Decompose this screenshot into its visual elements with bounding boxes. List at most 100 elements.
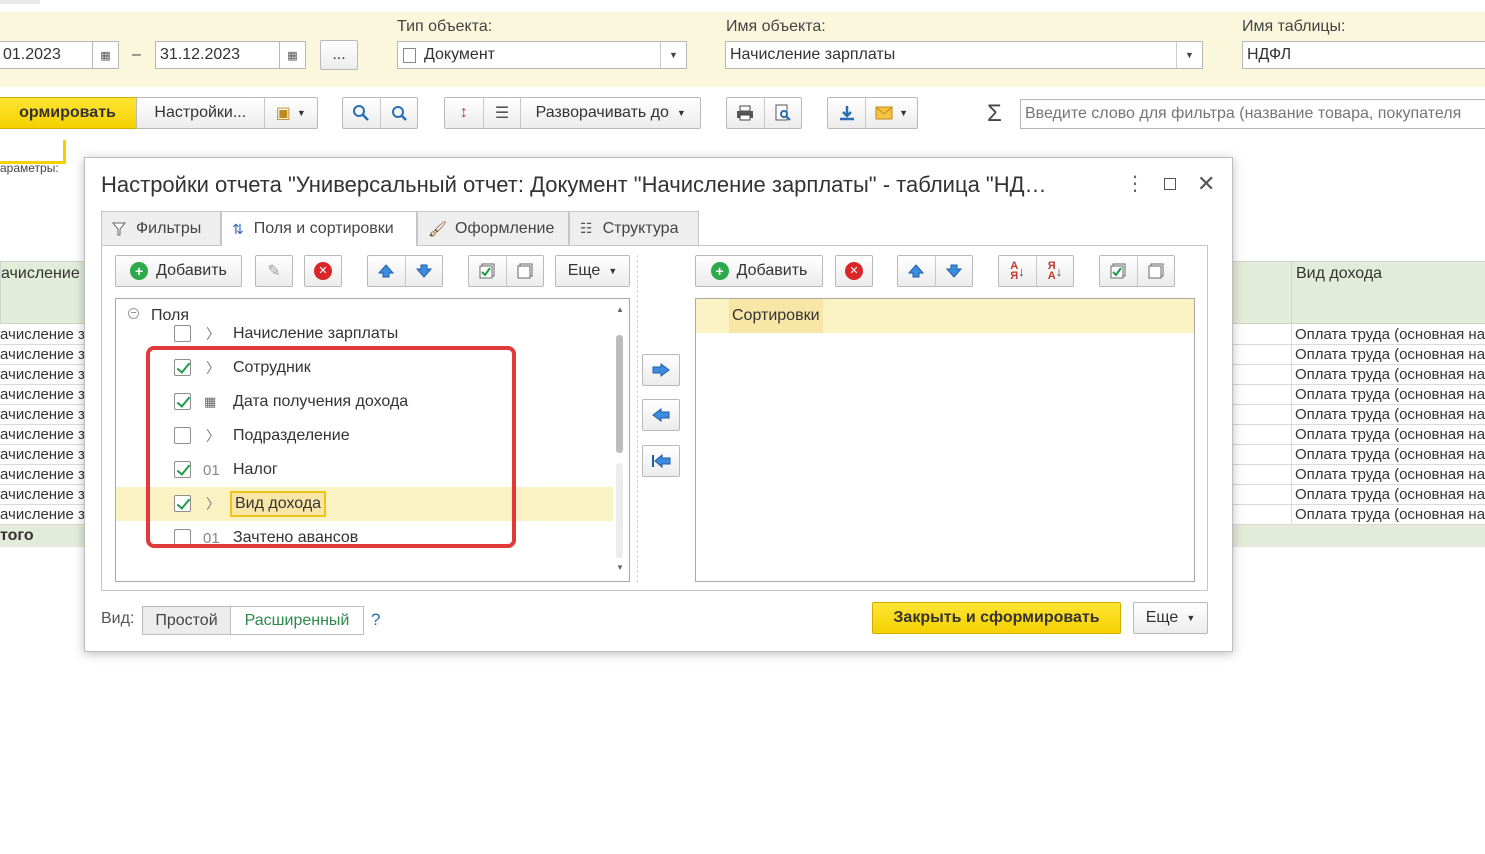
- move-all-left-button[interactable]: [642, 445, 680, 477]
- highlight-annotation-frame: [146, 346, 516, 548]
- report-total-left: того: [0, 525, 86, 547]
- uncheck-all-icon[interactable]: [1136, 256, 1174, 286]
- collapse-groups-icon[interactable]: ↕: [445, 98, 483, 128]
- search-button-group[interactable]: [342, 97, 418, 129]
- edit-button[interactable]: ✎: [255, 255, 293, 287]
- pane-splitter[interactable]: [637, 255, 638, 583]
- move-right-button[interactable]: [642, 354, 680, 386]
- close-and-generate-button[interactable]: Закрыть и сформировать: [872, 602, 1121, 634]
- dropdown-arrow-icon[interactable]: ▼: [1176, 42, 1202, 68]
- right-add-button[interactable]: + Добавить: [695, 255, 823, 287]
- download-icon[interactable]: [828, 98, 865, 128]
- expand-to-button[interactable]: Разворачивать до ▼: [520, 98, 700, 128]
- dialog-more-button[interactable]: Еще ▼: [1133, 602, 1208, 634]
- uncheck-all-icon[interactable]: [505, 256, 543, 286]
- report-cell-income-type: Оплата труда (основная нал: [1295, 406, 1485, 423]
- left-check-group[interactable]: [468, 255, 544, 287]
- report-col-divider: [1291, 324, 1292, 525]
- maximize-icon[interactable]: [1164, 178, 1176, 190]
- print-preview-icon[interactable]: [763, 98, 801, 128]
- move-down-icon[interactable]: [404, 256, 442, 286]
- field-label: Начисление зарплаты: [233, 325, 399, 342]
- tab-structure[interactable]: ☷ Структура: [569, 211, 699, 245]
- right-check-group[interactable]: [1099, 255, 1175, 287]
- report-cell-document: ачисление зар: [0, 446, 86, 463]
- field-checkbox[interactable]: [174, 325, 191, 342]
- sort-direction-group[interactable]: А Я ↓ Я А ↓: [998, 255, 1074, 287]
- chevron-right-icon[interactable]: 〉: [206, 324, 220, 344]
- calendar-icon[interactable]: ▦: [280, 41, 306, 69]
- filter-search-input[interactable]: [1020, 99, 1485, 129]
- report-cell-document: ачисление зар: [0, 486, 86, 503]
- report-cell-document: ачисление зар: [0, 426, 86, 443]
- report-cell-document: ачисление зар: [0, 386, 86, 403]
- settings-button-group[interactable]: Настройки... ▣ ▼: [136, 97, 318, 129]
- report-cell-document: ачисление зар: [0, 346, 86, 363]
- expand-groups-icon[interactable]: ☰: [482, 98, 521, 128]
- delete-icon: ✕: [314, 262, 332, 280]
- date-from-input[interactable]: 01.2023: [0, 41, 93, 69]
- left-move-group[interactable]: [367, 255, 443, 287]
- object-type-select[interactable]: Документ ▼: [397, 41, 687, 69]
- grouping-button-group[interactable]: ↕ ☰ Разворачивать до ▼: [444, 97, 701, 129]
- tab-appearance[interactable]: 🖌 Оформление: [417, 211, 569, 245]
- print-icon[interactable]: [727, 98, 764, 128]
- move-down-icon[interactable]: [934, 256, 972, 286]
- export-button-group[interactable]: ▼: [827, 97, 918, 129]
- object-name-select[interactable]: Начисление зарплаты ▼: [725, 41, 1203, 69]
- report-total-right: [1232, 525, 1485, 547]
- generate-button[interactable]: ормировать: [0, 97, 139, 129]
- dropdown-arrow-icon[interactable]: ▼: [660, 42, 686, 68]
- help-icon[interactable]: ?: [371, 610, 380, 630]
- right-move-group[interactable]: [897, 255, 973, 287]
- sorting-list: Сортировки: [695, 298, 1195, 582]
- top-divider: [0, 0, 40, 4]
- report-cell-income-type: Оплата труда (основная нал: [1295, 466, 1485, 483]
- view-extended-button[interactable]: Расширенный: [231, 607, 363, 634]
- tab-fields-sorting[interactable]: ⇅ Поля и сортировки: [221, 211, 417, 246]
- move-up-icon[interactable]: [898, 256, 935, 286]
- tree-scrollbar[interactable]: ▲ ▼: [615, 305, 625, 575]
- report-cell-income-type: Оплата труда (основная нал: [1295, 346, 1485, 363]
- left-delete-button[interactable]: ✕: [304, 255, 342, 287]
- right-delete-button[interactable]: ✕: [835, 255, 873, 287]
- sort-ascending-icon[interactable]: А Я ↓: [999, 256, 1036, 286]
- dialog-title: Настройки отчета "Универсальный отчет: Д…: [101, 172, 1047, 197]
- scrollbar-thumb[interactable]: [616, 335, 623, 453]
- left-add-button[interactable]: + Добавить: [115, 255, 242, 287]
- report-header-mid: [1232, 261, 1292, 324]
- tab-fields-sorting-label: Поля и сортировки: [253, 220, 394, 237]
- tab-filters-label: Фильтры: [136, 219, 202, 237]
- check-all-icon[interactable]: [1100, 256, 1137, 286]
- left-more-button[interactable]: Еще ▼: [555, 255, 630, 287]
- report-cell-document: ачисление зар: [0, 406, 86, 423]
- more-vertical-icon[interactable]: ⋮: [1125, 174, 1145, 194]
- sort-descending-icon[interactable]: Я А ↓: [1035, 256, 1073, 286]
- variants-button[interactable]: ▣ ▼: [263, 98, 317, 128]
- close-icon[interactable]: ✕: [1197, 171, 1215, 197]
- add-icon: +: [130, 262, 149, 280]
- search-next-icon[interactable]: [379, 98, 417, 128]
- pencil-icon: ✎: [267, 263, 281, 280]
- tab-filters[interactable]: Фильтры: [101, 211, 221, 245]
- date-to-input[interactable]: 31.12.2023: [155, 41, 280, 69]
- sorting-header-row[interactable]: Сортировки: [696, 299, 1194, 333]
- parameters-label: араметры:: [0, 161, 59, 175]
- settings-button[interactable]: Настройки...: [137, 98, 264, 128]
- left-add-label: Добавить: [156, 262, 227, 279]
- period-select-button[interactable]: ...: [320, 40, 358, 70]
- view-switch[interactable]: Простой Расширенный: [142, 606, 364, 635]
- move-left-button[interactable]: [642, 399, 680, 431]
- report-col2-header: Вид дохода: [1296, 265, 1383, 282]
- report-cell-income-type: Оплата труда (основная нал: [1295, 386, 1485, 403]
- move-up-icon[interactable]: [368, 256, 405, 286]
- table-name-input[interactable]: НДФЛ: [1242, 41, 1485, 69]
- view-simple-button[interactable]: Простой: [143, 607, 231, 634]
- mail-icon[interactable]: ▼: [865, 98, 917, 128]
- print-button-group[interactable]: [726, 97, 802, 129]
- object-name-value: Начисление зарплаты: [730, 46, 896, 63]
- check-all-icon[interactable]: [469, 256, 506, 286]
- search-icon[interactable]: [343, 98, 380, 128]
- calendar-icon[interactable]: ▦: [93, 41, 119, 69]
- sum-icon[interactable]: Σ: [987, 100, 1002, 128]
